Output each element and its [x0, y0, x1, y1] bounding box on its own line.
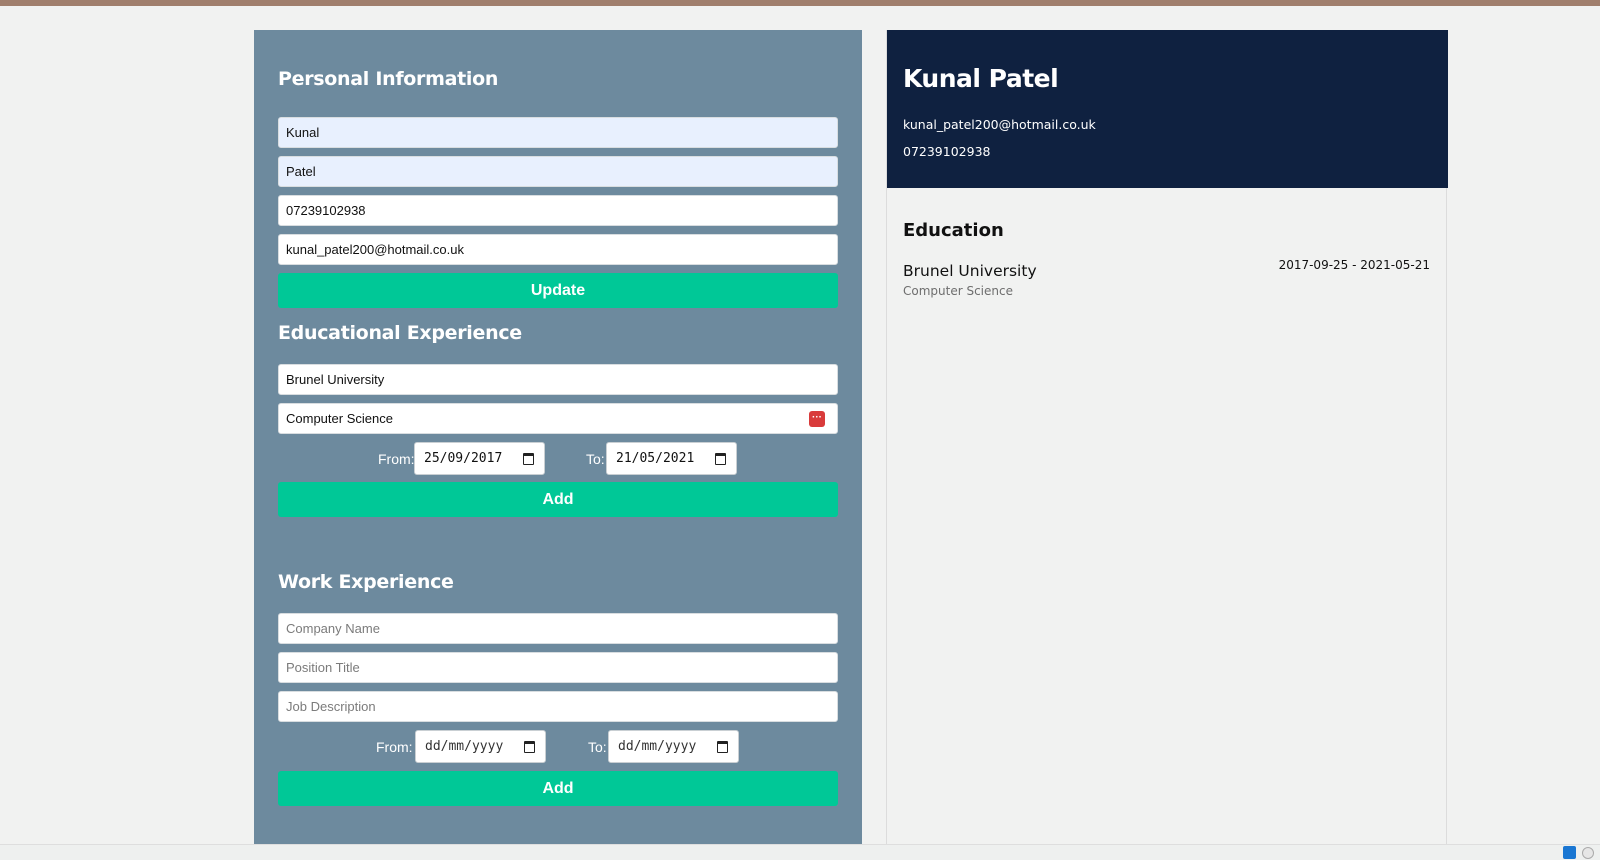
calendar-icon[interactable] [524, 741, 535, 753]
status-icon[interactable] [1582, 847, 1594, 859]
subject-value: Computer Science [286, 411, 393, 426]
preview-dates: 2017-09-25 - 2021-05-21 [1278, 258, 1430, 272]
cv-form-panel: Personal Information Kunal Patel 0723910… [254, 30, 862, 844]
preview-header: Kunal Patel kunal_patel200@hotmail.co.uk… [887, 30, 1448, 188]
first-name-input[interactable]: Kunal [278, 117, 838, 148]
work-date-row: From: dd/mm/yyyy To: dd/mm/yyyy [278, 730, 838, 763]
cv-preview-panel: Kunal Patel kunal_patel200@hotmail.co.uk… [886, 30, 1448, 844]
preview-education-title: Education [903, 220, 1004, 241]
calendar-icon[interactable] [523, 453, 534, 465]
email-input[interactable]: kunal_patel200@hotmail.co.uk [278, 234, 838, 265]
top-accent-bar [0, 0, 1600, 6]
preview-school: Brunel University [903, 262, 1037, 280]
preview-name: Kunal Patel [903, 64, 1059, 93]
subject-input[interactable]: Computer Science ··· [278, 403, 838, 434]
extension-icon[interactable] [1563, 846, 1576, 859]
work-to-date[interactable]: dd/mm/yyyy [608, 730, 739, 763]
company-name-input[interactable]: Company Name [278, 613, 838, 644]
password-manager-icon[interactable]: ··· [809, 411, 825, 427]
calendar-icon[interactable] [717, 741, 728, 753]
work-to-label: To: [588, 739, 607, 755]
calendar-icon[interactable] [715, 453, 726, 465]
job-description-input[interactable]: Job Description [278, 691, 838, 722]
school-input[interactable]: Brunel University [278, 364, 838, 395]
preview-subject: Computer Science [903, 284, 1013, 298]
add-work-button[interactable]: Add [278, 771, 838, 806]
add-education-button[interactable]: Add [278, 482, 838, 517]
position-title-input[interactable]: Position Title [278, 652, 838, 683]
preview-phone: 07239102938 [903, 144, 991, 159]
phone-input[interactable]: 07239102938 [278, 195, 838, 226]
education-title: Educational Experience [278, 322, 522, 344]
education-to-label: To: [586, 451, 605, 467]
last-name-input[interactable]: Patel [278, 156, 838, 187]
education-date-row: From: 25/09/2017 To: 21/05/2021 [278, 442, 838, 475]
education-from-date[interactable]: 25/09/2017 [414, 442, 545, 475]
bottom-status-bar [0, 844, 1600, 860]
education-to-date[interactable]: 21/05/2021 [606, 442, 737, 475]
work-from-date[interactable]: dd/mm/yyyy [415, 730, 546, 763]
work-from-label: From: [376, 739, 413, 755]
education-from-value: 25/09/2017 [424, 451, 503, 466]
preview-email: kunal_patel200@hotmail.co.uk [903, 117, 1096, 132]
education-to-value: 21/05/2021 [616, 451, 695, 466]
work-experience-title: Work Experience [278, 571, 454, 593]
update-button[interactable]: Update [278, 273, 838, 308]
work-from-value: dd/mm/yyyy [425, 739, 504, 754]
work-to-value: dd/mm/yyyy [618, 739, 697, 754]
personal-info-title: Personal Information [278, 68, 499, 90]
education-from-label: From: [378, 451, 415, 467]
